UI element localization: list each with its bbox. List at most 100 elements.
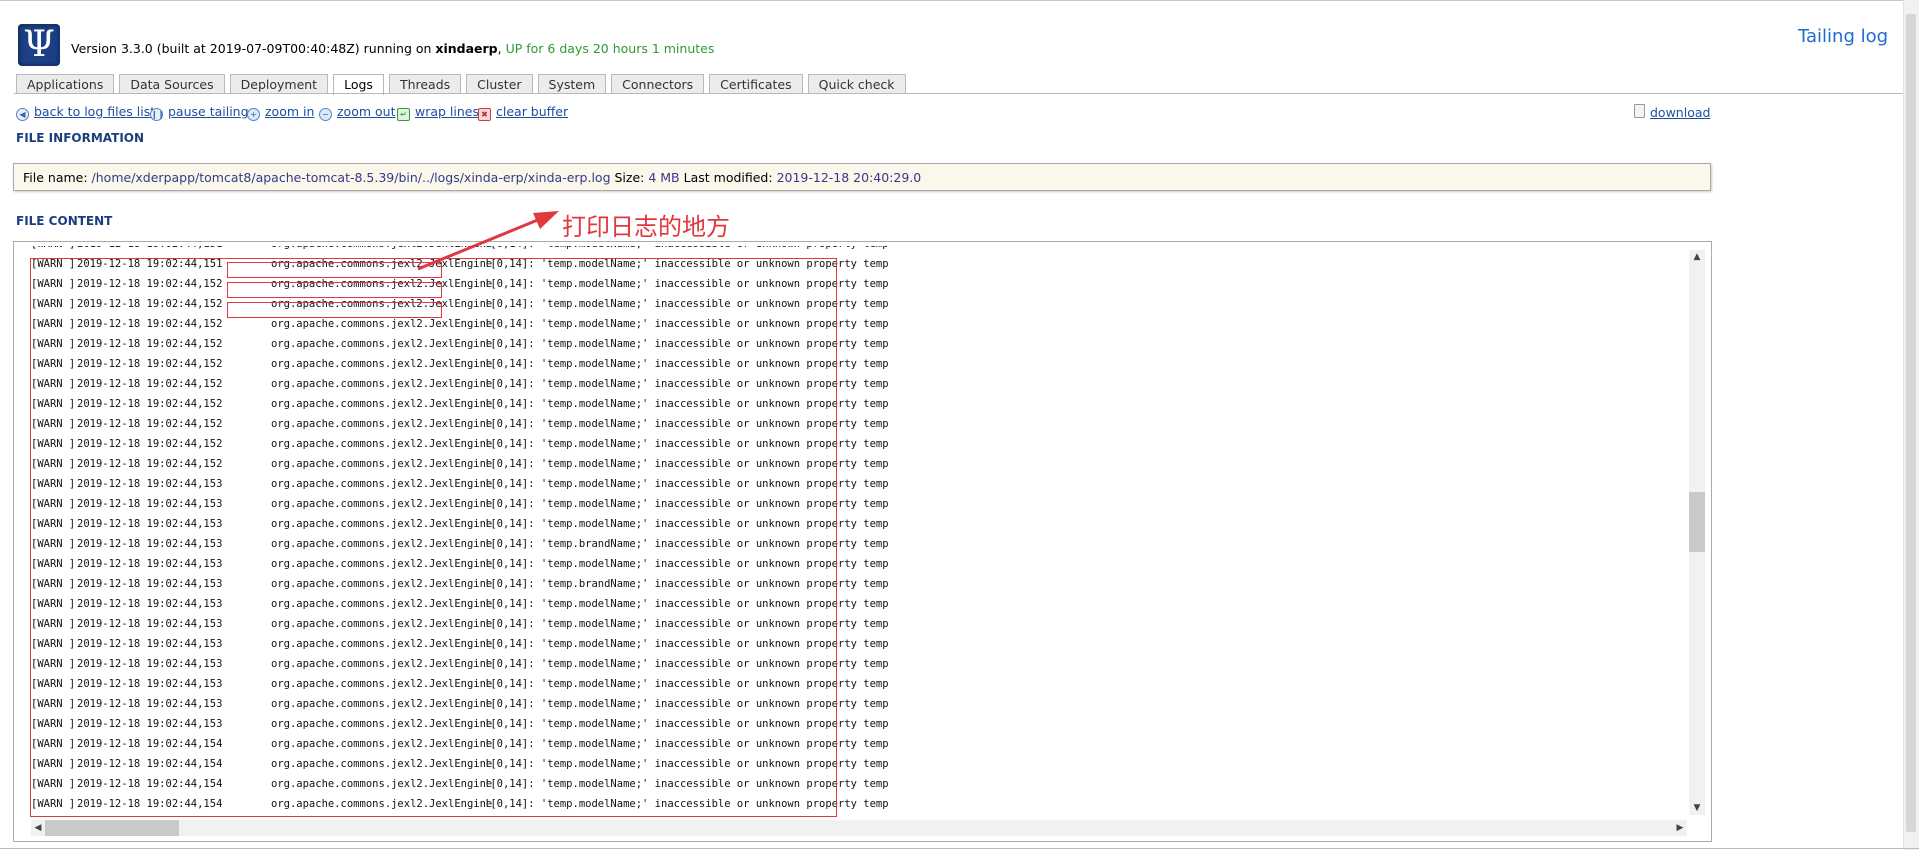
back-label: back to log files list bbox=[34, 104, 156, 119]
file-name-label: File name: bbox=[23, 170, 88, 185]
log-message: ![0,14]: 'temp.modelName;' inaccessible … bbox=[484, 518, 889, 530]
log-class: org.apache.commons.jexl2.JexlEngine bbox=[271, 698, 493, 710]
log-timestamp: 2019-12-18 19:02:44,151 bbox=[77, 246, 271, 254]
log-class: org.apache.commons.jexl2.JexlEngine bbox=[271, 498, 493, 510]
tab-threads[interactable]: Threads bbox=[388, 74, 462, 93]
tab-data-sources[interactable]: Data Sources bbox=[119, 74, 225, 93]
log-timestamp: 2019-12-18 19:02:44,153 bbox=[77, 558, 223, 570]
log-class: org.apache.commons.jexl2.JexlEngine bbox=[271, 478, 493, 490]
tab-system[interactable]: System bbox=[537, 74, 607, 93]
tab-applications[interactable]: Applications bbox=[16, 74, 115, 93]
vertical-scroll-thumb[interactable] bbox=[1689, 492, 1705, 552]
clear-label: clear buffer bbox=[496, 104, 569, 119]
log-line: [WARN ] 2019-12-18 19:02:44,152 org.apache… bbox=[31, 294, 889, 314]
clear-buffer-button[interactable]: ✖ clear buffer bbox=[478, 104, 568, 121]
log-class: org.apache.commons.jexl2.JexlEngine bbox=[271, 538, 493, 550]
log-timestamp: 2019-12-18 19:02:44,153 bbox=[77, 538, 223, 550]
log-lines[interactable]: [WARN ] 2019-12-18 19:02:44,151 org.apache… bbox=[31, 246, 1697, 819]
log-line: [WARN ] 2019-12-18 19:02:44,152 org.apache… bbox=[31, 374, 889, 394]
log-line: [WARN ] 2019-12-18 19:02:44,153 org.apache… bbox=[31, 714, 889, 734]
log-timestamp: 2019-12-18 19:02:44,152 bbox=[77, 298, 223, 310]
log-message: ![0,14]: 'temp.modelName;' inaccessible … bbox=[484, 358, 889, 370]
annotation-label: 打印日志的地方 bbox=[562, 213, 730, 241]
log-timestamp: 2019-12-18 19:02:44,153 bbox=[77, 698, 223, 710]
log-class: org.apache.commons.jexl2.JexlEngine bbox=[271, 678, 493, 690]
bottom-border bbox=[0, 848, 1919, 849]
log-line: [WARN ] 2019-12-18 19:02:44,153 org.apache… bbox=[31, 574, 889, 594]
log-line: [WARN ] 2019-12-18 19:02:44,153 org.apache… bbox=[31, 614, 889, 634]
tab-deployment[interactable]: Deployment bbox=[229, 74, 329, 93]
horizontal-scroll-thumb[interactable] bbox=[45, 820, 179, 836]
log-line: [WARN ] 2019-12-18 19:02:44,154 org.apache… bbox=[31, 774, 889, 794]
log-timestamp: 2019-12-18 19:02:44,153 bbox=[77, 518, 223, 530]
log-class: org.apache.commons.jexl2.JexlEngine bbox=[271, 778, 493, 790]
log-timestamp: 2019-12-18 19:02:44,152 bbox=[77, 358, 223, 370]
zoom-out-button[interactable]: − zoom out bbox=[319, 104, 395, 121]
log-level: [WARN ] bbox=[31, 678, 76, 690]
log-level: [WARN ] bbox=[31, 278, 76, 290]
log-level: [WARN ] bbox=[31, 778, 76, 790]
tab-connectors[interactable]: Connectors bbox=[611, 74, 705, 93]
scroll-up-arrow[interactable]: ▲ bbox=[1689, 250, 1705, 264]
tab-certificates[interactable]: Certificates bbox=[709, 74, 803, 93]
log-timestamp: 2019-12-18 19:02:44,153 bbox=[77, 718, 223, 730]
tab-logs[interactable]: Logs bbox=[333, 74, 384, 95]
vertical-scrollbar[interactable]: ▲ ▼ bbox=[1689, 250, 1705, 815]
scroll-right-arrow[interactable]: ▶ bbox=[1673, 820, 1687, 836]
log-timestamp: 2019-12-18 19:02:44,153 bbox=[77, 618, 223, 630]
log-line: [WARN ] 2019-12-18 19:02:44,154 org.apache… bbox=[31, 734, 889, 754]
log-message: ![0,14]: 'temp.modelName;' inaccessible … bbox=[484, 418, 889, 430]
log-message: ![0,14]: 'temp.modelName;' inaccessible … bbox=[484, 478, 889, 490]
log-timestamp: 2019-12-18 19:02:44,152 bbox=[77, 378, 223, 390]
log-class: org.apache.commons.jexl2.JexlEngine bbox=[271, 438, 493, 450]
logo-glyph: Ψ bbox=[23, 24, 55, 65]
log-level: [WARN ] bbox=[31, 698, 76, 710]
scroll-left-arrow[interactable]: ◀ bbox=[31, 820, 45, 836]
zoom-in-button[interactable]: + zoom in bbox=[247, 104, 314, 121]
uptime-text: UP for 6 days 20 hours 1 minutes bbox=[505, 41, 715, 56]
log-line: [WARN ]2019-12-18 19:02:44,151 org.apache… bbox=[31, 254, 889, 274]
log-class: org.apache.commons.jexl2.JexlEngine bbox=[271, 258, 493, 270]
log-level: [WARN ] bbox=[31, 398, 76, 410]
log-level: [WARN ] bbox=[31, 718, 76, 730]
log-level: [WARN ] bbox=[31, 378, 76, 390]
download-button[interactable]: download bbox=[1634, 104, 1710, 120]
log-line: [WARN ] 2019-12-18 19:02:44,152 org.apache… bbox=[31, 314, 889, 334]
pause-icon: ❙❙ bbox=[150, 108, 165, 121]
log-level: [WARN ] bbox=[31, 458, 76, 470]
log-timestamp: 2019-12-18 19:02:44,152 bbox=[77, 318, 223, 330]
log-class: org.apache.commons.jexl2.JexlEngine bbox=[271, 638, 493, 650]
log-class: org.apache.commons.jexl2.JexlEngine bbox=[271, 298, 493, 310]
log-message: ![0,14]: 'temp.modelName;' inaccessible … bbox=[484, 338, 889, 350]
log-message: ![0,14]: 'temp.modelName;' inaccessible … bbox=[484, 638, 889, 650]
version-text: Version 3.3.0 (built at 2019-07-09T00:40… bbox=[71, 41, 436, 56]
window-scrollbar[interactable] bbox=[1903, 0, 1919, 850]
log-timestamp: 2019-12-18 19:02:44,154 bbox=[77, 758, 223, 770]
tab-quick-check[interactable]: Quick check bbox=[807, 74, 906, 93]
zoom-in-label: zoom in bbox=[265, 104, 315, 119]
log-class: org.apache.commons.jexl2.JexlEngine bbox=[271, 318, 493, 330]
log-class: org.apache.commons.jexl2.JexlEngine bbox=[271, 418, 493, 430]
log-level: [WARN ] bbox=[31, 298, 76, 310]
log-timestamp: 2019-12-18 19:02:44,152 bbox=[77, 418, 223, 430]
tab-divider bbox=[14, 93, 1907, 94]
size-value: 4 MB bbox=[648, 170, 680, 185]
file-information-heading: FILE INFORMATION bbox=[16, 131, 145, 145]
scroll-down-arrow[interactable]: ▼ bbox=[1689, 801, 1705, 815]
log-level: [WARN ] bbox=[31, 258, 76, 270]
horizontal-scrollbar[interactable]: ◀ ▶ bbox=[31, 820, 1687, 836]
log-content-panel[interactable]: [WARN ] 2019-12-18 19:02:44,151 org.apache… bbox=[13, 241, 1712, 842]
log-class: org.apache.commons.jexl2.JexlEngine bbox=[271, 518, 493, 530]
log-level: [WARN ] bbox=[31, 538, 76, 550]
log-message: ![0,14]: 'temp.modelName;' inaccessible … bbox=[484, 558, 889, 570]
log-class: org.apache.commons.jexl2.JexlEngine bbox=[271, 658, 493, 670]
pause-tailing-button[interactable]: ❙❙ pause tailing bbox=[150, 104, 249, 121]
back-to-log-list-button[interactable]: ◀ back to log files list bbox=[16, 104, 155, 121]
log-timestamp: 2019-12-18 19:02:44,153 bbox=[77, 638, 223, 650]
log-level: [WARN ] bbox=[31, 638, 76, 650]
wrap-lines-button[interactable]: ↵ wrap lines bbox=[397, 104, 479, 121]
window-scroll-thumb[interactable] bbox=[1906, 14, 1916, 832]
log-level: [WARN ] bbox=[31, 598, 76, 610]
log-line: [WARN ] 2019-12-18 19:02:44,152 org.apache… bbox=[31, 394, 889, 414]
tab-cluster[interactable]: Cluster bbox=[466, 74, 533, 93]
